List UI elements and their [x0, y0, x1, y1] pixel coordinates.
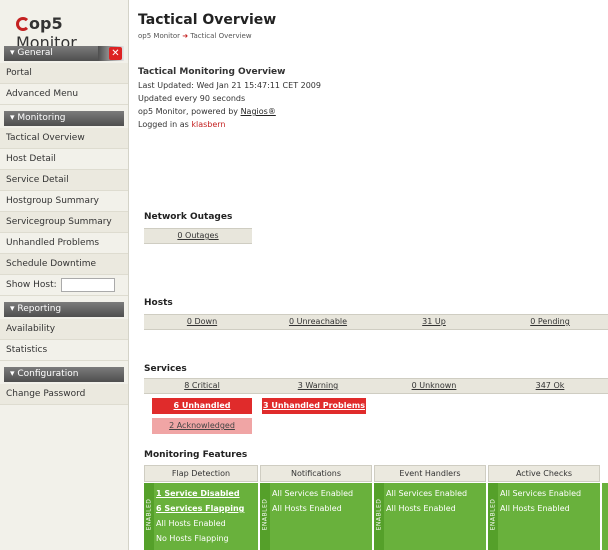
enabled-label: ENABLED [489, 498, 497, 531]
powered-by: op5 Monitor, powered by Nagios® [138, 107, 276, 116]
enabled-label: ENABLED [375, 498, 383, 531]
group-configuration-list: Change Password [0, 384, 128, 405]
sidebar-item-availability[interactable]: Availability [0, 319, 128, 340]
enabled-label: ENABLED [145, 498, 153, 531]
flap-line: No Hosts Flapping [156, 534, 229, 543]
hosts-up-link[interactable]: 31 Up [376, 315, 492, 329]
services-warning-link[interactable]: 3 Warning [260, 379, 376, 393]
group-monitoring-list: Tactical Overview Host Detail Service De… [0, 128, 128, 296]
page-title: Tactical Overview [138, 12, 277, 28]
notifications-line: All Hosts Enabled [272, 504, 342, 513]
flap-line: All Hosts Enabled [156, 519, 226, 528]
update-interval: Updated every 90 seconds [138, 94, 246, 103]
outages-link[interactable]: 0 Outages [144, 229, 252, 243]
group-general-list: Portal Advanced Menu [0, 63, 128, 105]
group-reporting-list: Availability Statistics [0, 319, 128, 361]
flap-detection-header: Flap Detection [144, 465, 258, 482]
sidebar-item-host-detail[interactable]: Host Detail [0, 149, 128, 170]
flap-line[interactable]: 6 Services Flapping [156, 504, 244, 513]
last-updated: Last Updated: Wed Jan 21 15:47:11 CET 20… [138, 81, 321, 90]
group-reporting[interactable]: ▾ Reporting [4, 302, 124, 317]
breadcrumb-current: Tactical Overview [190, 32, 252, 40]
features-title: Monitoring Features [144, 450, 248, 460]
close-icon[interactable]: ✕ [109, 47, 122, 60]
network-outages-bar: 0 Outages [144, 228, 252, 244]
overview-info: Tactical Monitoring Overview Last Update… [138, 66, 321, 131]
hosts-bar: 0 Down 0 Unreachable 31 Up 0 Pending [144, 314, 608, 330]
warning-unhandled-button[interactable]: 3 Unhandled Problems [262, 398, 366, 414]
services-unknown-link[interactable]: 0 Unknown [376, 379, 492, 393]
sidebar-item-tactical-overview[interactable]: Tactical Overview [0, 128, 128, 149]
event-handlers-line: All Hosts Enabled [386, 504, 456, 513]
enabled-label: ENABLED [261, 498, 269, 531]
event-handlers-header: Event Handlers [374, 465, 486, 482]
username: klasbern [191, 120, 226, 129]
hosts-unreachable-link[interactable]: 0 Unreachable [260, 315, 376, 329]
arrow-right-icon: ➜ [182, 32, 189, 40]
services-ok-link[interactable]: 347 Ok [492, 379, 608, 393]
group-general[interactable]: ▾ General ✕ [4, 46, 124, 61]
logo-mark-icon [16, 17, 30, 31]
sidebar-item-advanced-menu[interactable]: Advanced Menu [0, 84, 128, 105]
sidebar: op5 Monitor ▾ General ✕ Portal Advanced … [0, 0, 129, 550]
active-checks-header: Active Checks [488, 465, 600, 482]
services-title: Services [144, 364, 187, 374]
logged-in: Logged in as klasbern [138, 120, 226, 129]
next-feature-panel-edge [602, 483, 608, 550]
services-critical-link[interactable]: 8 Critical [144, 379, 260, 393]
notifications-line: All Services Enabled [272, 489, 354, 498]
main-content: Tactical Overview op5 Monitor ➜ Tactical… [135, 0, 608, 550]
show-host-label: Show Host: [6, 280, 57, 290]
nagios-link[interactable]: Nagios® [241, 107, 276, 116]
breadcrumb: op5 Monitor ➜ Tactical Overview [138, 32, 252, 40]
sidebar-item-portal[interactable]: Portal [0, 63, 128, 84]
sidebar-item-unhandled-problems[interactable]: Unhandled Problems [0, 233, 128, 254]
sidebar-item-hostgroup-summary[interactable]: Hostgroup Summary [0, 191, 128, 212]
hosts-pending-link[interactable]: 0 Pending [492, 315, 608, 329]
sidebar-item-schedule-downtime[interactable]: Schedule Downtime [0, 254, 128, 275]
hosts-title: Hosts [144, 298, 173, 308]
active-checks-line: All Hosts Enabled [500, 504, 570, 513]
group-configuration[interactable]: ▾ Configuration [4, 367, 124, 382]
sidebar-item-servicegroup-summary[interactable]: Servicegroup Summary [0, 212, 128, 233]
hosts-down-link[interactable]: 0 Down [144, 315, 260, 329]
active-checks-line: All Services Enabled [500, 489, 582, 498]
event-handlers-line: All Services Enabled [386, 489, 468, 498]
sidebar-item-change-password[interactable]: Change Password [0, 384, 128, 405]
group-monitoring[interactable]: ▾ Monitoring [4, 111, 124, 126]
breadcrumb-root[interactable]: op5 Monitor [138, 32, 180, 40]
flap-line[interactable]: 1 Service Disabled [156, 489, 240, 498]
sidebar-item-service-detail[interactable]: Service Detail [0, 170, 128, 191]
show-host-input[interactable] [60, 277, 115, 292]
overview-title: Tactical Monitoring Overview [138, 67, 286, 77]
notifications-header: Notifications [260, 465, 372, 482]
op5-logo[interactable]: op5 Monitor [0, 0, 128, 52]
network-outages-title: Network Outages [144, 212, 233, 222]
flap-detection-panel: ENABLED 1 Service Disabled 6 Services Fl… [144, 483, 258, 550]
services-bar: 8 Critical 3 Warning 0 Unknown 347 Ok [144, 378, 608, 394]
sidebar-item-statistics[interactable]: Statistics [0, 340, 128, 361]
event-handlers-panel: ENABLED All Services Enabled All Hosts E… [374, 483, 486, 550]
active-checks-panel: ENABLED All Services Enabled All Hosts E… [488, 483, 600, 550]
critical-unhandled-button[interactable]: 6 Unhandled Problems [152, 398, 252, 426]
notifications-panel: ENABLED All Services Enabled All Hosts E… [260, 483, 372, 550]
critical-acknowledged-button[interactable]: 2 Acknowledged [152, 418, 252, 434]
show-host-row: Show Host: [0, 275, 128, 296]
